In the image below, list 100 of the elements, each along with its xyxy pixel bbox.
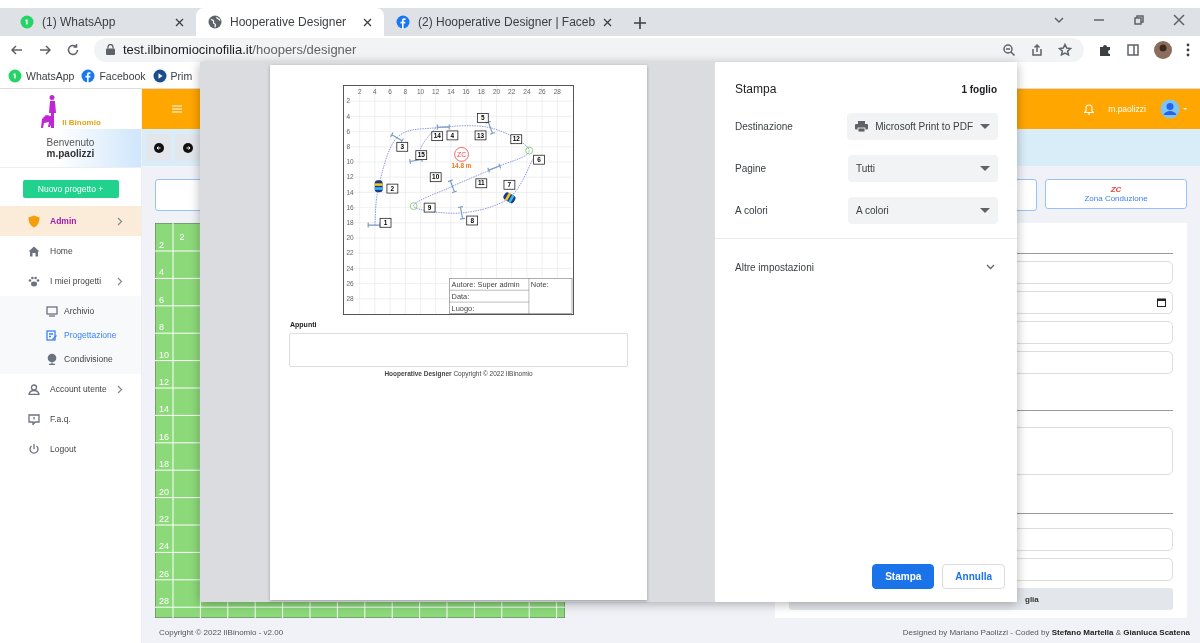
more-settings[interactable]: Altre impostazioni (715, 239, 1017, 295)
close-icon[interactable] (175, 17, 184, 27)
menu-item[interactable]: F.a.q. (0, 404, 141, 434)
favicon-icon (152, 68, 167, 83)
ruler-label: 26 (159, 568, 169, 579)
hoop-icon (457, 206, 466, 220)
user-name: m.paolizzi (46, 148, 95, 159)
ring-icon (409, 202, 418, 210)
browser-tab[interactable]: (2) Hooperative Designer | Faceb (384, 8, 625, 36)
back-icon[interactable] (10, 42, 24, 57)
ring-icon (525, 146, 534, 155)
favicon-icon (20, 15, 34, 29)
logo-text: Il Binomio (62, 118, 101, 127)
favicon-icon (8, 68, 22, 83)
close-icon[interactable] (363, 17, 372, 27)
sidebar-icon[interactable] (1126, 42, 1140, 57)
tunnel-icon (502, 191, 517, 205)
setting-dropdown[interactable]: A colori (848, 197, 998, 224)
faq-icon (28, 413, 40, 425)
calendar-icon[interactable] (1157, 298, 1166, 307)
submenu-item[interactable]: Progettazione (0, 323, 141, 347)
hoop-icon (367, 222, 381, 229)
reload-icon[interactable] (66, 42, 80, 57)
dialog-button[interactable]: Annulla (942, 564, 1005, 589)
globe-icon (46, 353, 58, 365)
bookmark[interactable]: Facebook (81, 68, 146, 83)
favicon-icon (396, 15, 410, 29)
setting-dropdown[interactable]: Microsoft Print to PDF (847, 113, 998, 140)
submenu-item[interactable]: Archivio (0, 299, 141, 323)
user-icon (28, 383, 40, 395)
new-tab-icon[interactable] (634, 17, 647, 29)
ruler-label: 24 (159, 541, 169, 552)
zone-button[interactable]: ZC Zona Conduzione (1045, 179, 1187, 209)
hoop-icon (447, 179, 458, 194)
tunnel-icon (374, 180, 383, 193)
menu-item[interactable]: I miei progetti (0, 266, 141, 296)
puzzle-icon[interactable] (1098, 42, 1112, 57)
ruler-label: 8 (159, 322, 164, 333)
printer-icon (855, 121, 869, 132)
hoop-icon (436, 123, 450, 131)
ruler-label: 18 (159, 459, 169, 470)
chevron-down-icon (986, 264, 995, 270)
chevron-right-icon (117, 384, 123, 394)
monitor-icon (46, 305, 58, 317)
bookmark[interactable]: Prim (152, 68, 193, 83)
dialog-button[interactable]: Stampa (872, 564, 935, 589)
lock-icon (106, 44, 115, 55)
welcome-text: Benvenuto (46, 137, 95, 148)
hoop-icon (487, 163, 502, 174)
ruler-label: 12 (159, 377, 169, 387)
star-icon[interactable] (1058, 42, 1072, 57)
chevron-right-icon (117, 276, 123, 286)
setting-dropdown[interactable]: Tutti (848, 155, 998, 182)
caret-icon (980, 208, 990, 213)
arrow-right-icon (182, 142, 193, 153)
menu-item[interactable]: Logout (0, 434, 141, 464)
close-icon[interactable] (1172, 13, 1186, 27)
ruler-label: 14 (159, 404, 169, 415)
avatar-icon[interactable] (1154, 40, 1172, 59)
favicon-icon (208, 15, 222, 29)
ruler-label: 16 (159, 431, 169, 442)
hoop-icon (389, 131, 404, 144)
power-icon (28, 443, 40, 455)
hoop-icon (485, 120, 496, 135)
ruler-label: 22 (159, 514, 169, 524)
setting-label: Pagine (735, 163, 768, 174)
close-icon[interactable] (603, 17, 613, 27)
shield-icon (28, 214, 40, 228)
sheet-count: 1 foglio (961, 83, 997, 95)
forward-icon[interactable] (38, 42, 52, 57)
ruler-label: 6 (159, 294, 164, 305)
ruler-label: 2 (179, 232, 185, 242)
submenu-item[interactable]: Condivisione (0, 347, 141, 371)
setting-label: A colori (735, 205, 769, 216)
copyright-text: Copyright © 2022 IlBinomio - v2.00 (159, 627, 284, 637)
home-icon (28, 245, 40, 257)
arrow-left-icon (153, 142, 164, 153)
edit-icon (46, 329, 58, 341)
menu-item[interactable]: Home (0, 236, 141, 266)
restore-icon[interactable] (1132, 13, 1146, 27)
redo-button[interactable] (175, 134, 200, 161)
dialog-title: Stampa (735, 82, 777, 96)
address-bar[interactable]: test.ilbinomiocinofilia.it/hoopers/designer (94, 37, 1084, 62)
undo-button[interactable] (146, 134, 171, 161)
ruler-label: 28 (159, 596, 169, 607)
menu-icon[interactable] (1186, 42, 1190, 57)
zoom-icon[interactable] (1002, 42, 1016, 57)
hoop-icon (409, 156, 423, 165)
favicon-icon (81, 68, 96, 83)
browser-tab[interactable]: Hooperative Designer (196, 8, 384, 36)
menu-item[interactable]: Account utente (0, 374, 141, 404)
share-icon[interactable] (1030, 42, 1044, 57)
paw-icon (28, 275, 40, 287)
ruler-label: 20 (159, 486, 169, 497)
browser-tab[interactable]: (1) WhatsApp (8, 8, 196, 36)
bookmark[interactable]: WhatsApp (8, 68, 75, 83)
setting-label: Destinazione (735, 121, 794, 132)
menu-item[interactable]: Admin (0, 206, 141, 236)
ruler-label: 2 (159, 240, 164, 250)
ruler-label: 10 (159, 349, 169, 360)
